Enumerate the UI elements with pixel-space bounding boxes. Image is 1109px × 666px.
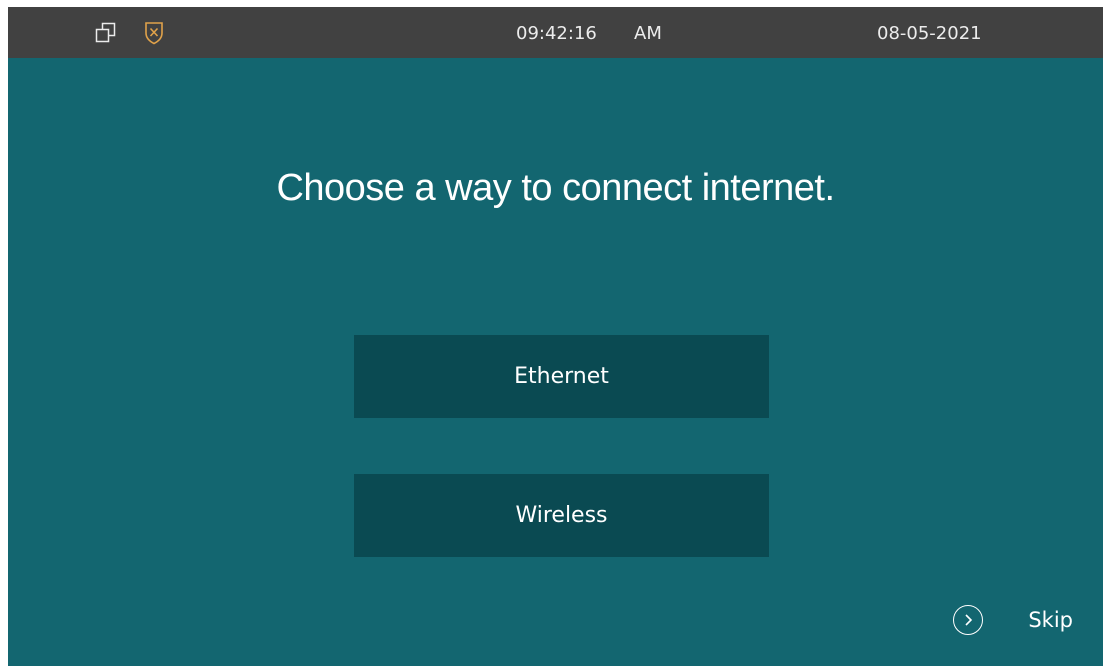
ethernet-button-label: Ethernet <box>514 364 609 389</box>
windows-icon[interactable] <box>95 22 117 44</box>
shield-x-icon <box>144 21 164 45</box>
page-title: Choose a way to connect internet. <box>276 167 835 209</box>
wireless-button-label: Wireless <box>515 503 608 528</box>
device-screen: 09:42:16 AM 08-05-2021 Choose a way to c… <box>8 7 1103 666</box>
status-time: 09:42:16 <box>516 23 597 44</box>
ethernet-button[interactable]: Ethernet <box>354 335 769 418</box>
skip-label: Skip <box>1028 608 1073 632</box>
status-date: 08-05-2021 <box>877 23 982 44</box>
status-meridiem: AM <box>634 23 662 44</box>
wireless-button[interactable]: Wireless <box>354 474 769 557</box>
status-bar: 09:42:16 AM 08-05-2021 <box>8 7 1103 58</box>
skip-button[interactable]: Skip <box>953 605 1073 635</box>
chevron-right-circle-icon <box>953 605 984 635</box>
